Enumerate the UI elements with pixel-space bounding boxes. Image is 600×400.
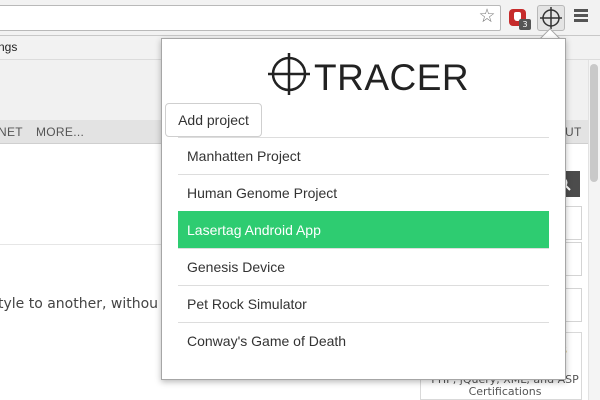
project-item[interactable]: Manhatten Project (178, 137, 549, 174)
project-item[interactable]: Conway's Game of Death (178, 322, 549, 359)
nav-item-more[interactable]: MORE... (36, 125, 84, 139)
crosshair-icon (540, 7, 562, 29)
bookmark-star-icon[interactable]: ☆ (477, 5, 497, 29)
scrollbar-thumb[interactable] (590, 64, 598, 182)
tracer-brand: TRACER (267, 51, 470, 98)
red-extension-icon[interactable]: 3 (509, 7, 531, 30)
nav-item-net[interactable]: NET (0, 125, 23, 139)
project-item[interactable]: Genesis Device (178, 248, 549, 285)
address-bar[interactable] (0, 5, 501, 31)
project-list: Manhatten Project Human Genome Project Las… (178, 137, 549, 359)
extension-badge: 3 (519, 19, 531, 30)
browser-toolbar: ☆ 3 (0, 0, 600, 36)
hamburger-menu-icon[interactable] (574, 9, 590, 25)
page-body-text: tyle to another, withou (0, 296, 159, 312)
project-item[interactable]: Lasertag Android App (178, 211, 549, 248)
bookmark-item[interactable]: ngs (0, 40, 17, 54)
project-item[interactable]: Pet Rock Simulator (178, 285, 549, 322)
add-project-button[interactable]: Add project (165, 103, 262, 137)
tracer-extension-button[interactable] (537, 5, 565, 31)
crosshair-logo-icon (268, 53, 310, 95)
nav-item-right[interactable]: UT (565, 125, 582, 139)
app-title: TRACER (314, 57, 470, 98)
tracer-popup: TRACER Add project Manhatten Project Huma… (161, 38, 566, 380)
project-item[interactable]: Human Genome Project (178, 174, 549, 211)
